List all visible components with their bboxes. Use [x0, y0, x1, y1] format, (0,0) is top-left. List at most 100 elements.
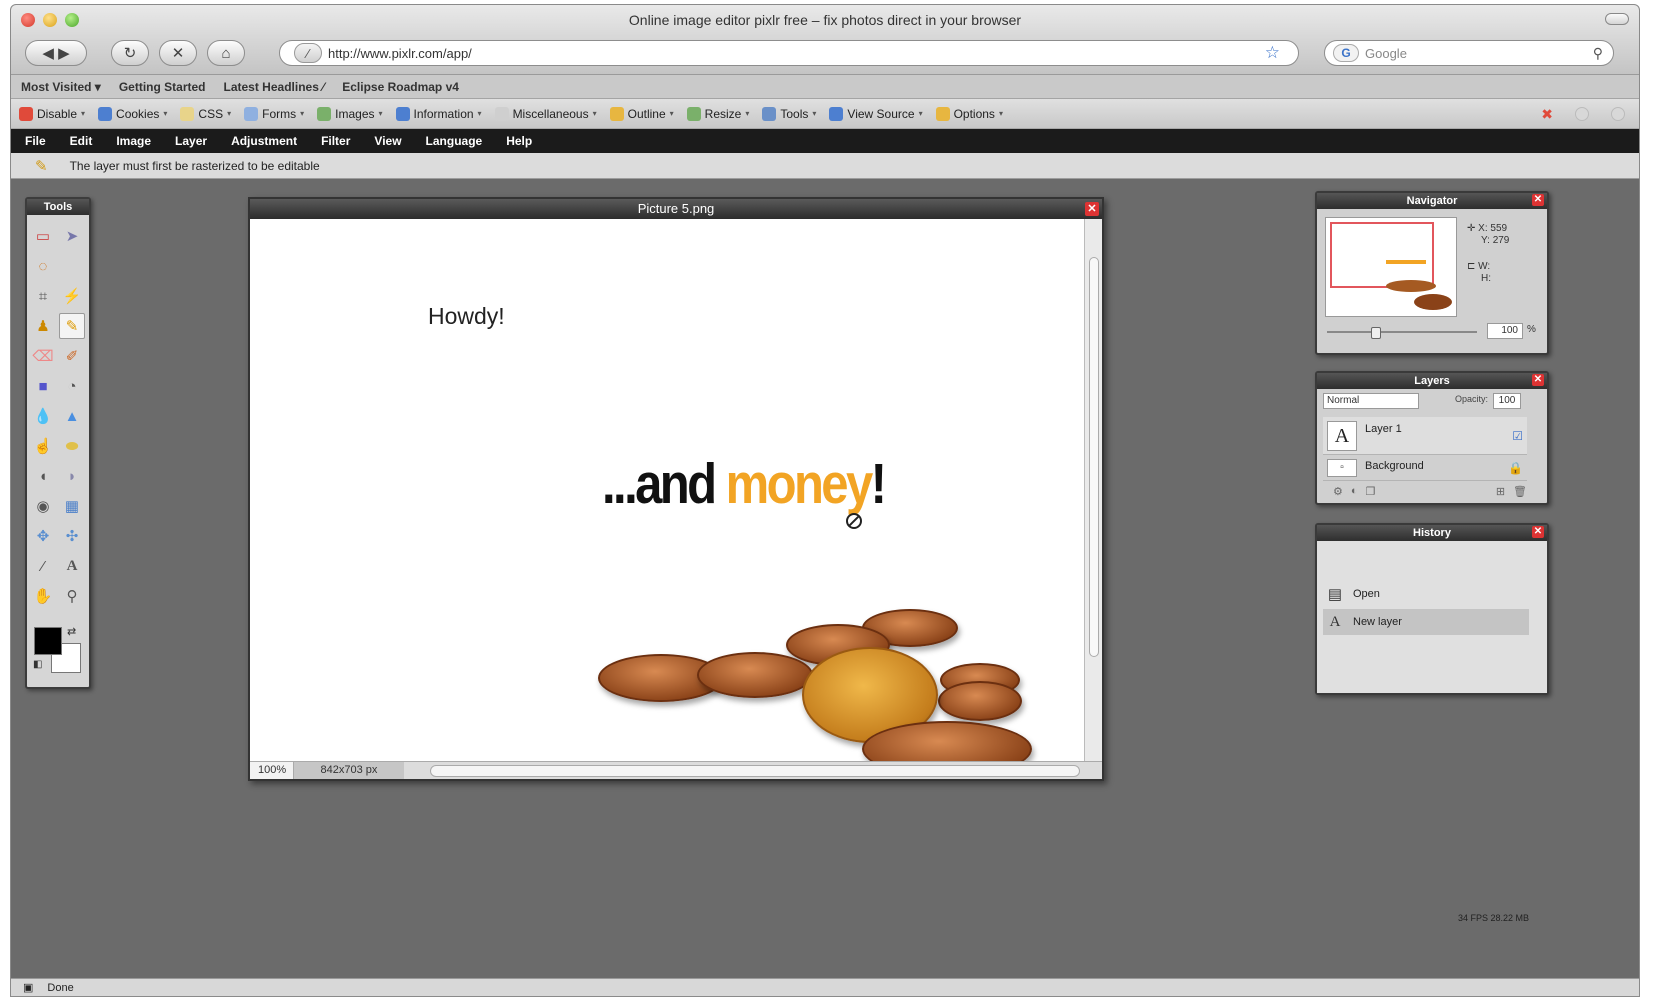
red-eye-tool-icon[interactable]: ◉ — [30, 493, 56, 519]
app-menu-file[interactable]: File — [25, 134, 46, 148]
stamp-tool-icon[interactable]: ♟ — [30, 313, 56, 339]
gradient-tool-icon[interactable]: ▦ — [59, 493, 85, 519]
app-menu-edit[interactable]: Edit — [70, 134, 93, 148]
app-menu-image[interactable]: Image — [116, 134, 151, 148]
layer-visible-checkbox[interactable]: ☑ — [1512, 429, 1523, 443]
zoom-slider-knob[interactable] — [1371, 327, 1381, 339]
foreground-color-swatch[interactable] — [34, 627, 62, 655]
app-menu-layer[interactable]: Layer — [175, 134, 207, 148]
back-forward-button[interactable]: ◀ ▶ — [25, 40, 87, 66]
document-title-bar[interactable]: Picture 5.png ✕ — [250, 199, 1102, 219]
error-status-icon[interactable]: ✖ — [1541, 107, 1553, 121]
pinch-tool-icon[interactable]: ✣ — [59, 523, 85, 549]
bookmark-star-icon[interactable]: ☆ — [1265, 43, 1280, 63]
burn-tool-icon[interactable]: ◗ — [59, 463, 85, 489]
zoom-level[interactable]: 100% — [250, 762, 294, 779]
replace-color-tool-icon[interactable]: ◔ — [59, 373, 85, 399]
vertical-scroll-thumb[interactable] — [1089, 257, 1099, 657]
move-tool-icon[interactable]: ➤ — [59, 223, 85, 249]
stop-button[interactable]: ✕ — [159, 40, 197, 66]
hand-tool-icon[interactable]: ✋ — [30, 583, 56, 609]
zoom-tool-icon[interactable]: ⚲ — [59, 583, 85, 609]
close-navigator-icon[interactable]: ✕ — [1532, 194, 1544, 206]
app-menu-help[interactable]: Help — [506, 134, 532, 148]
url-bar[interactable]: ⁄ http://www.pixlr.com/app/ ☆ — [279, 40, 1299, 66]
opacity-input[interactable]: 100 — [1493, 393, 1521, 409]
marquee-tool-icon[interactable]: ▭ — [30, 223, 56, 249]
back-arrow-icon[interactable]: ◀ — [42, 44, 54, 62]
url-text[interactable]: http://www.pixlr.com/app/ — [328, 46, 1265, 61]
blend-mode-select[interactable]: Normal — [1323, 393, 1419, 409]
coin — [697, 652, 813, 698]
devbar-menu-resize[interactable]: Resize ▾ — [686, 106, 749, 121]
close-layers-icon[interactable]: ✕ — [1532, 374, 1544, 386]
devbar-menu-cookies[interactable]: Cookies ▾ — [98, 106, 167, 121]
devbar-menu-information[interactable]: Information ▾ — [395, 106, 482, 121]
navigator-thumbnail[interactable] — [1325, 217, 1457, 317]
devbar-menu-images[interactable]: Images ▾ — [317, 106, 383, 121]
devbar-menu-tools[interactable]: Tools ▾ — [762, 106, 816, 121]
history-item[interactable]: A New layer — [1323, 609, 1529, 635]
app-menu-language[interactable]: Language — [426, 134, 483, 148]
crop-tool-icon[interactable]: ⌗ — [30, 283, 56, 309]
reload-button[interactable]: ↻ — [111, 40, 149, 66]
eraser-tool-icon[interactable]: ⌫ — [30, 343, 56, 369]
devbar-menu-view-source[interactable]: View Source ▾ — [829, 106, 923, 121]
image-canvas[interactable]: Howdy! ...and money! — [250, 219, 1086, 761]
forward-arrow-icon[interactable]: ▶ — [58, 44, 70, 62]
layer-row[interactable]: A Layer 1 ☑ — [1323, 417, 1527, 455]
brush-tool-icon[interactable]: ✐ — [59, 343, 85, 369]
lasso-tool-icon[interactable]: ◌ — [30, 253, 56, 279]
sharpen-tool-icon[interactable]: ▲ — [59, 403, 85, 429]
rectangle-tool-icon[interactable]: ■ — [30, 373, 56, 399]
magnifier-icon[interactable]: ⚲ — [1593, 45, 1603, 62]
toolbar-toggle-button[interactable] — [1605, 13, 1629, 25]
close-history-icon[interactable]: ✕ — [1532, 526, 1544, 538]
warning-status-icon[interactable] — [1575, 107, 1589, 121]
devbar-menu-options[interactable]: Options ▾ — [935, 106, 1003, 121]
devbar-menu-outline[interactable]: Outline ▾ — [609, 106, 674, 121]
search-bar[interactable]: G Google ⚲ — [1324, 40, 1614, 66]
sponge-tool-icon[interactable]: ⬬ — [59, 433, 85, 459]
layer-row[interactable]: ▫ Background 🔒 — [1323, 457, 1527, 481]
horizontal-scrollbar[interactable] — [430, 764, 1080, 777]
devbar-menu-miscellaneous[interactable]: Miscellaneous ▾ — [494, 106, 597, 121]
zoom-slider[interactable] — [1327, 331, 1477, 333]
close-document-icon[interactable]: ✕ — [1085, 202, 1099, 216]
reset-colors-icon[interactable]: ◧ — [33, 659, 42, 670]
site-identity-icon[interactable]: ⁄ — [294, 43, 322, 63]
pencil-tool-icon[interactable]: ✎ — [59, 313, 85, 339]
app-menu-filter[interactable]: Filter — [321, 134, 350, 148]
navigator-viewport[interactable] — [1330, 222, 1434, 288]
type-tool-icon[interactable]: A — [59, 553, 85, 579]
bookmarks-bar: Most Visited ▾ Getting Started Latest He… — [11, 75, 1639, 99]
delete-layer-icon[interactable]: 🗑 — [1513, 485, 1527, 499]
devbar-menu-css[interactable]: CSS ▾ — [180, 106, 231, 121]
layer-duplicate-icon[interactable]: ❐ — [1366, 485, 1376, 499]
new-layer-icon[interactable]: ⊞ — [1496, 485, 1505, 499]
swap-colors-icon[interactable]: ⇄ — [67, 625, 76, 638]
app-menu-adjustment[interactable]: Adjustment — [231, 134, 297, 148]
app-menu-view[interactable]: View — [374, 134, 401, 148]
zoom-input[interactable]: 100 — [1487, 323, 1523, 339]
bookmark-item[interactable]: Getting Started — [119, 80, 206, 94]
vertical-scrollbar[interactable] — [1084, 219, 1102, 761]
history-item[interactable]: ▤ Open — [1323, 581, 1529, 607]
magic-wand-tool-icon[interactable]: ⚡ — [59, 283, 85, 309]
smudge-tool-icon[interactable]: ☝ — [30, 433, 56, 459]
layer-style-icon[interactable]: ⚙ — [1333, 485, 1343, 499]
search-engine-icon[interactable]: G — [1333, 44, 1359, 62]
home-button[interactable]: ⌂ — [207, 40, 245, 66]
bookmark-item[interactable]: Most Visited ▾ — [21, 80, 101, 94]
bookmark-item[interactable]: Latest Headlines ⁄ — [224, 80, 325, 94]
dodge-tool-icon[interactable]: ◖ — [30, 463, 56, 489]
eyedropper-tool-icon[interactable]: ⁄ — [30, 553, 56, 579]
devbar-menu-forms[interactable]: Forms ▾ — [244, 106, 304, 121]
devbar-menu-disable[interactable]: Disable ▾ — [19, 106, 85, 121]
bloat-tool-icon[interactable]: ✥ — [30, 523, 56, 549]
info-status-icon[interactable] — [1611, 107, 1625, 121]
search-input[interactable]: Google — [1365, 46, 1593, 61]
bookmark-item[interactable]: Eclipse Roadmap v4 — [342, 80, 459, 94]
layer-mask-icon[interactable]: ◐ — [1351, 485, 1358, 499]
drop-tool-icon[interactable]: 💧 — [30, 403, 56, 429]
